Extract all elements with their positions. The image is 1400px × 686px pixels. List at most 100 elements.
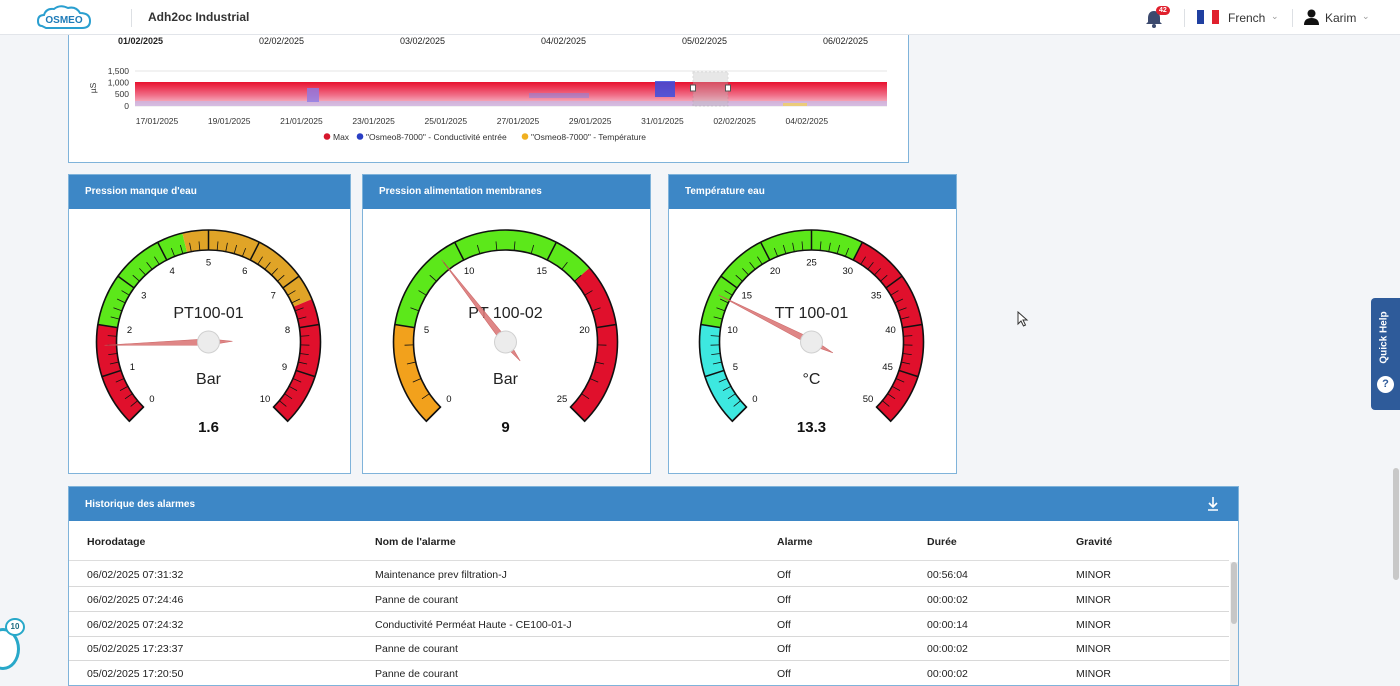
navigator-date-label: 02/02/2025 [259,36,304,46]
gauge-tick-label: 0 [446,394,451,405]
x-tick-label: 19/01/2025 [208,116,251,126]
quick-help-button[interactable]: Quick Help ? [1371,298,1400,410]
legend-marker [522,133,529,140]
chevron-down-icon[interactable]: ⌄ [1362,11,1370,22]
gauge-value: 1.6 [198,419,219,436]
gauge-band [97,324,144,421]
gauge-tick-label: 8 [285,325,290,336]
gauge-unit: Bar [493,371,519,388]
y-tick-label: 500 [115,89,129,99]
column-header-alarme[interactable]: Alarme [777,536,813,548]
divider [131,9,132,27]
cell-duree: 00:00:14 [927,619,968,631]
france-flag-icon [1197,10,1219,24]
quick-help-label: Quick Help [1379,303,1390,373]
gauge-tick-label: 0 [149,394,154,405]
navigator-selection[interactable] [693,72,728,106]
cell-nom-alarme: Panne de courant [375,668,458,680]
cell-gravite: MINOR [1076,594,1111,606]
gauge-tick-label: 25 [557,394,568,405]
table-row[interactable]: 05/02/2025 17:20:50Panne de courantOff00… [69,661,1229,686]
table-scrollbar-thumb[interactable] [1231,562,1237,624]
divider [1184,9,1185,27]
y-axis-unit: µS [88,82,98,93]
gauge-unit: °C [803,371,821,388]
gauge-tt100-01: 05101520253035404550TT 100-01°C13.3 [669,209,956,473]
gauge-tick-label: 10 [727,325,738,336]
table-scrollbar[interactable] [1230,562,1238,686]
table-row[interactable]: 06/02/2025 07:31:32Maintenance prev filt… [69,562,1229,587]
notifications-button[interactable]: 42 [1144,6,1174,30]
conductivity-spike [307,88,319,102]
cell-gravite: MINOR [1076,619,1111,631]
cell-duree: 00:00:02 [927,668,968,680]
navigator-date-label: 06/02/2025 [823,36,868,46]
column-header-gravite[interactable]: Gravité [1076,536,1112,548]
gauge-tick-label: 10 [464,266,475,277]
column-header-duree[interactable]: Durée [927,536,957,548]
gauge-tick-label: 40 [885,325,896,336]
gauge-needle-hub [495,331,517,353]
gauge-card-title: Température eau [669,175,956,209]
legend-label: "Osmeo8-7000" - Conductivité entrée [366,132,507,142]
gauge-tick-label: 1 [130,362,135,373]
gauge-tick-label: 5 [206,258,211,269]
site-name[interactable]: Adh2oc Industrial [148,10,249,24]
gauge-unit: Bar [196,371,222,388]
x-tick-label: 04/02/2025 [786,116,829,126]
gauge-tick-label: 3 [141,290,146,301]
gauge-tick-label: 7 [271,290,276,301]
divider [1292,9,1293,27]
alarm-history-header: Historique des alarmes [69,487,1238,521]
column-header-nom[interactable]: Nom de l'alarme [375,536,456,548]
download-icon[interactable] [1206,496,1220,512]
cell-gravite: MINOR [1076,569,1111,581]
table-row[interactable]: 06/02/2025 07:24:32Conductivité Perméat … [69,612,1229,637]
legend-marker [324,133,331,140]
gauge-tick-label: 20 [579,325,590,336]
gauge-card-pression-alimentation: Pression alimentation membranes 05101520… [362,174,651,474]
navigator-date-label: 05/02/2025 [682,36,727,46]
gauge-sensor-name: TT 100-01 [775,305,849,322]
gauge-tick-label: 10 [260,394,271,405]
gauge-tick-label: 25 [806,258,817,269]
page-scrollbar-thumb[interactable] [1393,468,1399,580]
x-tick-label: 27/01/2025 [497,116,540,126]
legend-item[interactable]: "Osmeo8-7000" - Température [522,132,647,142]
gauge-card-title: Pression manque d'eau [69,175,350,209]
gauge-minor-tick [300,336,309,337]
legend-label: Max [333,132,350,142]
osmeo-logo[interactable]: OSMEO [36,4,92,34]
alarm-history-title: Historique des alarmes [85,499,195,510]
mouse-cursor-icon [1017,311,1029,327]
navigator-date-label: 04/02/2025 [541,36,586,46]
cell-duree: 00:00:02 [927,594,968,606]
gauge-minor-tick [711,336,720,337]
gauge-tick-label: 35 [871,290,882,301]
navigator-handle-left[interactable] [691,85,696,91]
legend-item[interactable]: "Osmeo8-7000" - Conductivité entrée [357,132,507,142]
gauge-pt100-02: 0510152025PT 100-02Bar9 [363,209,650,473]
gauge-card-temperature-eau: Température eau 05101520253035404550TT 1… [668,174,957,474]
cell-alarme: Off [777,569,791,581]
legend-item[interactable]: Max [324,132,350,142]
trend-chart-card: 01/02/202502/02/202503/02/202504/02/2025… [68,35,909,163]
column-header-horodatage[interactable]: Horodatage [87,536,145,548]
y-tick-label: 1,500 [108,66,130,76]
cell-gravite: MINOR [1076,643,1111,655]
gauge-band [700,324,747,421]
user-menu[interactable]: Karim [1325,11,1356,25]
table-row[interactable]: 06/02/2025 07:24:46Panne de courantOff00… [69,587,1229,612]
gauge-minor-tick [903,336,912,337]
gauge-band [394,324,441,421]
chevron-down-icon[interactable]: ⌄ [1271,11,1279,22]
table-row[interactable]: 05/02/2025 17:23:37Panne de courantOff00… [69,636,1229,661]
legend-marker [357,133,364,140]
trend-chart[interactable]: 01/02/202502/02/202503/02/202504/02/2025… [69,35,910,163]
gauge-tick-label: 30 [843,266,854,277]
navigator-handle-right[interactable] [726,85,731,91]
cell-horodatage: 06/02/2025 07:24:32 [87,619,183,631]
language-selector[interactable]: French [1228,11,1265,25]
gauge-tick-label: 15 [537,266,548,277]
user-icon [1304,9,1319,25]
